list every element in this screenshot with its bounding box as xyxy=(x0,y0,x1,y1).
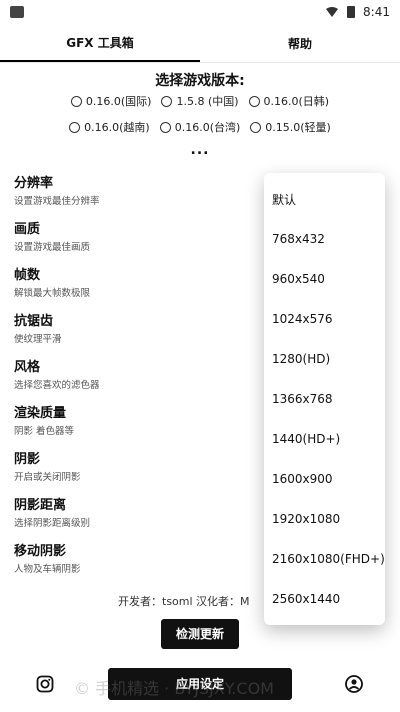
dropdown-option-768x432[interactable]: 768x432 xyxy=(264,219,385,259)
version-radio-lite[interactable]: 0.15.0(轻量) xyxy=(250,119,331,135)
battery-icon xyxy=(347,6,356,18)
check-update-button[interactable]: 检测更新 xyxy=(161,619,239,649)
radio-label: 0.16.0(日韩) xyxy=(263,95,330,108)
status-right: 8:41 xyxy=(325,5,390,19)
setting-desc: 开启或关闭阴影 xyxy=(14,472,81,483)
tab-help[interactable]: 帮助 xyxy=(200,24,400,62)
dropdown-option-2560x1440[interactable]: 2560x1440 xyxy=(264,579,385,619)
radio-circle[interactable] xyxy=(161,95,173,107)
radio-circle[interactable] xyxy=(69,121,81,133)
version-radio-taiwan[interactable]: 0.16.0(台湾) xyxy=(159,119,241,135)
instagram-glyph xyxy=(36,675,54,693)
dropdown-option-1920x1080[interactable]: 1920x1080 xyxy=(264,499,385,539)
version-row-1: 0.16.0(国际) 1.5.8 (中国) 0.16.0(日韩) xyxy=(0,93,400,109)
setting-desc: 阴影 着色器等 xyxy=(14,426,75,437)
dropdown-option-1366x768[interactable]: 1366x768 xyxy=(264,379,385,419)
version-radio-china[interactable]: 1.5.8 (中国) xyxy=(161,93,239,109)
setting-desc: 人物及车辆阴影 xyxy=(14,564,81,575)
setting-shadows[interactable]: 阴影 开启或关闭阴影 xyxy=(14,448,254,494)
status-time: 8:41 xyxy=(363,5,390,19)
dropdown-option-default[interactable]: 默认 xyxy=(264,179,385,219)
setting-name: 分辨率 xyxy=(14,176,54,191)
setting-name: 风格 xyxy=(14,360,41,375)
version-radio-vietnam[interactable]: 0.16.0(越南) xyxy=(69,119,150,135)
version-radio-international[interactable]: 0.16.0(国际) xyxy=(70,93,152,109)
setting-shadow-distance[interactable]: 阴影距离 选择阴影距离级别 xyxy=(14,494,254,540)
setting-name: 渲染质量 xyxy=(14,406,67,421)
top-tabs: GFX 工具箱 帮助 xyxy=(0,24,400,63)
instagram-icon[interactable] xyxy=(35,674,55,694)
setting-name: 阴影距离 xyxy=(14,498,67,513)
version-row-2: 0.16.0(越南) 0.16.0(台湾) 0.15.0(轻量) xyxy=(0,119,400,135)
setting-name: 移动阴影 xyxy=(14,544,67,559)
credits-text: 开发者：tsoml 汉化者：M xyxy=(118,595,250,608)
dropdown-option-960x540[interactable]: 960x540 xyxy=(264,259,385,299)
radio-circle[interactable] xyxy=(250,121,262,133)
version-radio-jpkr[interactable]: 0.16.0(日韩) xyxy=(248,93,330,109)
setting-render-quality[interactable]: 渲染质量 阴影 着色器等 xyxy=(14,402,254,448)
setting-desc: 解锁最大帧数极限 xyxy=(14,288,91,299)
notification-square-icon xyxy=(10,6,24,18)
setting-desc: 选择阴影距离级别 xyxy=(14,518,91,529)
setting-graphics[interactable]: 画质 设置游戏最佳画质 xyxy=(14,218,254,264)
settings-list: 分辨率 设置游戏最佳分辨率 画质 设置游戏最佳画质 帧数 解锁最大帧数极限 抗锯… xyxy=(14,172,254,586)
radio-label: 0.16.0(越南) xyxy=(84,121,150,134)
more-options-indicator: ... xyxy=(190,142,210,158)
resolution-dropdown: 默认 768x432 960x540 1024x576 1280(HD) 136… xyxy=(264,173,385,625)
dropdown-option-1024x576[interactable]: 1024x576 xyxy=(264,299,385,339)
watermark-text: © 手机精选 · BYJSJXY.COM xyxy=(74,679,274,698)
setting-resolution[interactable]: 分辨率 设置游戏最佳分辨率 xyxy=(14,172,254,218)
radio-label: 1.5.8 (中国) xyxy=(176,95,239,108)
radio-circle[interactable] xyxy=(248,95,260,107)
radio-circle[interactable] xyxy=(70,95,82,107)
setting-antialiasing[interactable]: 抗锯齿 使纹理平滑 xyxy=(14,310,254,356)
setting-name: 阴影 xyxy=(14,452,41,467)
radio-circle[interactable] xyxy=(159,121,171,133)
setting-name: 帧数 xyxy=(14,268,41,283)
profile-glyph xyxy=(345,675,363,693)
version-section-title: 选择游戏版本: xyxy=(155,73,245,89)
setting-desc: 使纹理平滑 xyxy=(14,334,62,345)
setting-name: 抗锯齿 xyxy=(14,314,54,329)
radio-label: 0.15.0(轻量) xyxy=(265,121,331,134)
dropdown-option-1600x900[interactable]: 1600x900 xyxy=(264,459,385,499)
status-bar: 8:41 xyxy=(0,0,400,24)
dropdown-option-1280hd[interactable]: 1280(HD) xyxy=(264,339,385,379)
setting-desc: 设置游戏最佳分辨率 xyxy=(14,196,100,207)
setting-fps[interactable]: 帧数 解锁最大帧数极限 xyxy=(14,264,254,310)
dropdown-option-1440hdplus[interactable]: 1440(HD+) xyxy=(264,419,385,459)
setting-style[interactable]: 风格 选择您喜欢的滤色器 xyxy=(14,356,254,402)
dropdown-option-2160x1080[interactable]: 2160x1080(FHD+) xyxy=(264,539,385,579)
setting-moving-shadows[interactable]: 移动阴影 人物及车辆阴影 xyxy=(14,540,254,586)
setting-desc: 选择您喜欢的滤色器 xyxy=(14,380,100,391)
setting-name: 画质 xyxy=(14,222,41,237)
wifi-icon xyxy=(326,7,339,17)
tab-gfx-tool[interactable]: GFX 工具箱 xyxy=(0,24,200,62)
setting-desc: 设置游戏最佳画质 xyxy=(14,242,91,253)
radio-label: 0.16.0(国际) xyxy=(85,95,152,108)
profile-icon[interactable] xyxy=(344,674,364,694)
radio-label: 0.16.0(台湾) xyxy=(174,121,241,134)
